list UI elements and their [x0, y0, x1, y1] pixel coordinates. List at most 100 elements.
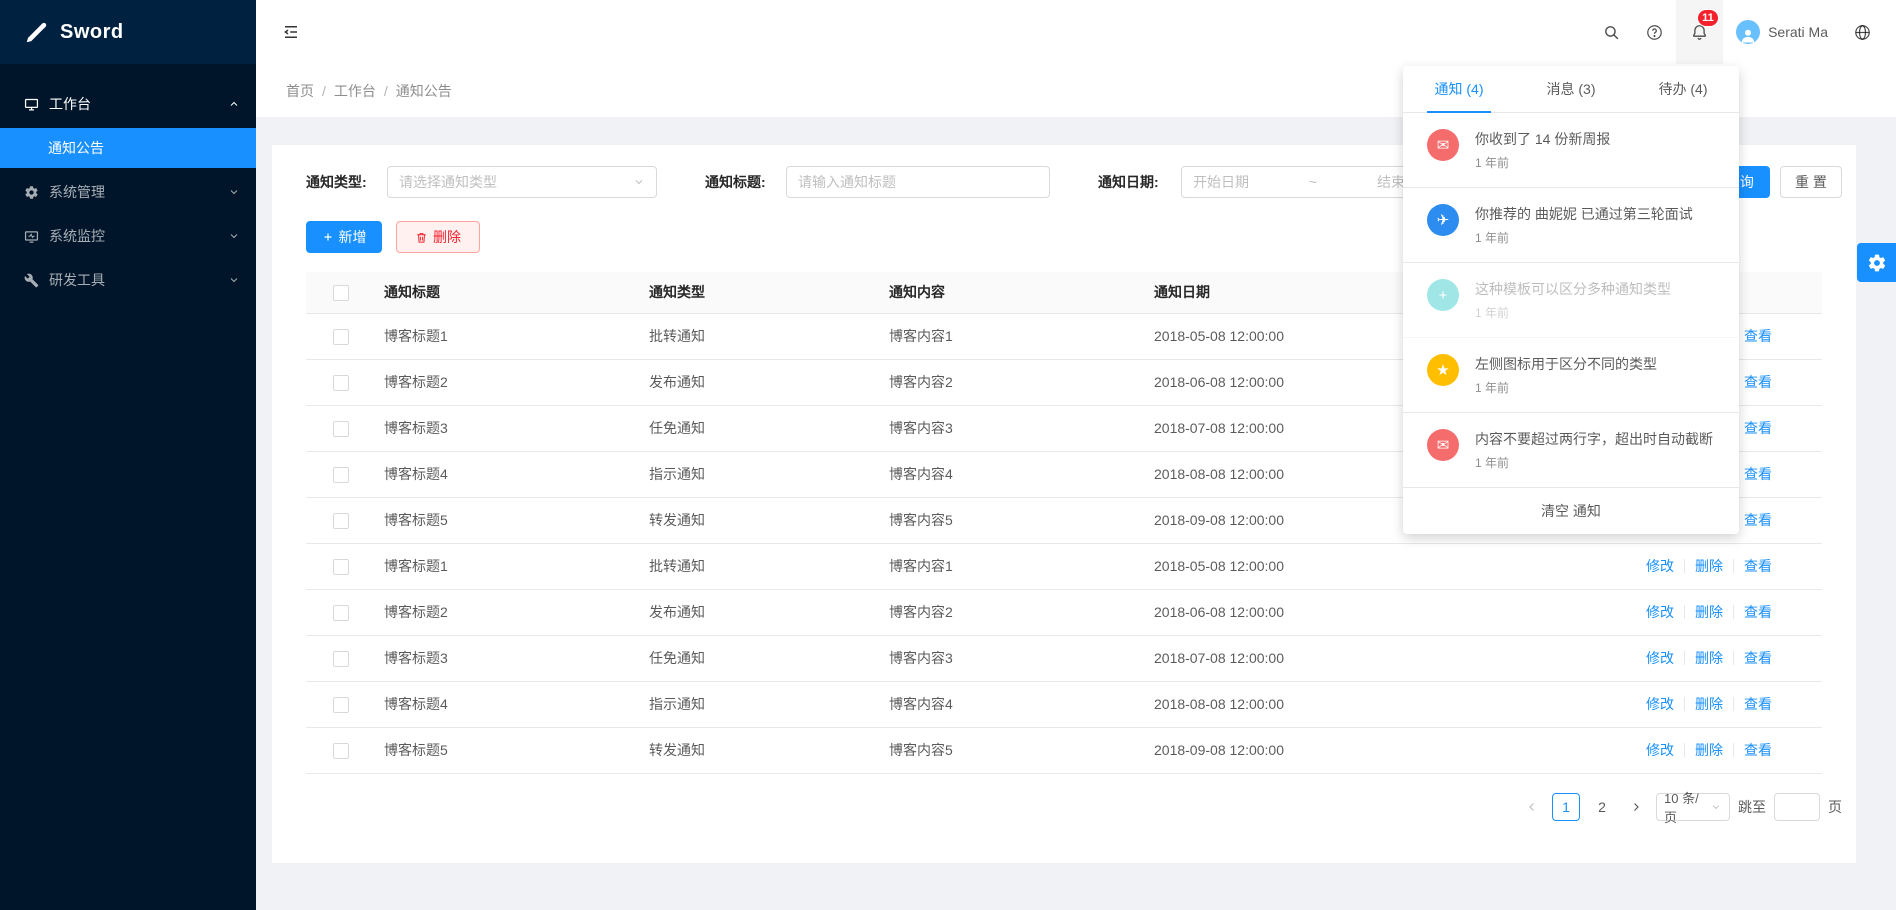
- row-view-link[interactable]: 查看: [1744, 696, 1772, 712]
- tab-messages[interactable]: 消息 (3): [1515, 66, 1627, 112]
- select-all-checkbox[interactable]: [333, 285, 349, 301]
- row-view-link[interactable]: 查看: [1744, 512, 1772, 528]
- sidebar-item-system-management[interactable]: 系统管理: [0, 172, 256, 212]
- cell-type: 任免通知: [641, 405, 881, 451]
- row-view-link[interactable]: 查看: [1744, 328, 1772, 344]
- tab-todos[interactable]: 待办 (4): [1627, 66, 1739, 112]
- cell-type: 转发通知: [641, 497, 881, 543]
- cell-title: 博客标题1: [376, 543, 641, 589]
- divider: [1733, 605, 1734, 619]
- row-checkbox[interactable]: [333, 743, 349, 759]
- row-checkbox[interactable]: [333, 329, 349, 345]
- row-checkbox[interactable]: [333, 513, 349, 529]
- app-logo[interactable]: Sword: [0, 0, 256, 64]
- select-placeholder: 请选择通知类型: [399, 172, 497, 192]
- cell-content: 博客内容1: [881, 543, 1146, 589]
- question-circle-icon: [1646, 24, 1663, 41]
- row-delete-link[interactable]: 删除: [1695, 742, 1723, 758]
- row-edit-link[interactable]: 修改: [1646, 604, 1674, 620]
- row-delete-link[interactable]: 删除: [1695, 604, 1723, 620]
- settings-fab-button[interactable]: [1857, 243, 1896, 282]
- row-view-link[interactable]: 查看: [1744, 466, 1772, 482]
- delete-button[interactable]: 删除: [396, 221, 480, 253]
- cell-title: 博客标题3: [376, 405, 641, 451]
- row-edit-link[interactable]: 修改: [1646, 742, 1674, 758]
- search-icon: [1603, 24, 1620, 41]
- reset-button[interactable]: 重 置: [1780, 166, 1842, 198]
- notification-title: 左侧图标用于区分不同的类型: [1475, 354, 1657, 374]
- row-checkbox[interactable]: [333, 375, 349, 391]
- row-delete-link[interactable]: 删除: [1695, 650, 1723, 666]
- row-view-link[interactable]: 查看: [1744, 374, 1772, 390]
- notification-body: 内容不要超过两行字，超出时自动截断 1 年前: [1475, 429, 1713, 471]
- notifications-button[interactable]: 11: [1676, 0, 1723, 64]
- send-icon: ✈: [1427, 204, 1459, 236]
- notification-time: 1 年前: [1475, 154, 1610, 171]
- sidebar-item-label: 系统管理: [49, 182, 105, 202]
- language-button[interactable]: [1841, 0, 1884, 64]
- page-size-select[interactable]: 10 条/页: [1656, 793, 1730, 821]
- row-view-link[interactable]: 查看: [1744, 650, 1772, 666]
- jump-page-input[interactable]: [1774, 793, 1820, 821]
- sidebar-item-workbench[interactable]: 工作台: [0, 84, 256, 124]
- breadcrumb-workbench[interactable]: 工作台: [334, 81, 376, 101]
- row-view-link[interactable]: 查看: [1744, 420, 1772, 436]
- cell-title: 博客标题2: [376, 589, 641, 635]
- icon-glyph: ✉: [1437, 136, 1450, 154]
- jump-label: 跳至: [1738, 797, 1766, 817]
- trash-icon: [415, 231, 428, 244]
- row-checkbox[interactable]: [333, 697, 349, 713]
- tab-notifications[interactable]: 通知 (4): [1403, 66, 1515, 112]
- row-view-link[interactable]: 查看: [1744, 604, 1772, 620]
- notification-item[interactable]: ✉ 你收到了 14 份新周报 1 年前: [1403, 113, 1739, 188]
- chevron-down-icon: [228, 186, 240, 198]
- notification-title: 你推荐的 曲妮妮 已通过第三轮面试: [1475, 204, 1693, 224]
- row-edit-link[interactable]: 修改: [1646, 696, 1674, 712]
- row-delete-link[interactable]: 删除: [1695, 696, 1723, 712]
- sidebar-item-system-monitor[interactable]: 系统监控: [0, 216, 256, 256]
- username: Serati Ma: [1768, 24, 1828, 40]
- page-1-button[interactable]: 1: [1552, 793, 1580, 821]
- cell-type: 指示通知: [641, 451, 881, 497]
- notification-body: 你收到了 14 份新周报 1 年前: [1475, 129, 1610, 171]
- table-row: 博客标题2 发布通知 博客内容2 2018-06-08 12:00:00 修改删…: [306, 589, 1822, 635]
- date-separator: ~: [1309, 174, 1317, 190]
- notice-type-select[interactable]: 请选择通知类型: [387, 166, 657, 198]
- cell-content: 博客内容5: [881, 727, 1146, 773]
- help-button[interactable]: [1633, 0, 1676, 64]
- cell-date: 2018-06-08 12:00:00: [1146, 589, 1426, 635]
- search-button[interactable]: [1590, 0, 1633, 64]
- row-checkbox[interactable]: [333, 605, 349, 621]
- cell-title: 博客标题3: [376, 635, 641, 681]
- row-edit-link[interactable]: 修改: [1646, 558, 1674, 574]
- row-view-link[interactable]: 查看: [1744, 558, 1772, 574]
- cell-date: 2018-08-08 12:00:00: [1146, 451, 1426, 497]
- row-edit-link[interactable]: 修改: [1646, 650, 1674, 666]
- breadcrumb-home[interactable]: 首页: [286, 81, 314, 101]
- cell-date: 2018-05-08 12:00:00: [1146, 543, 1426, 589]
- row-delete-link[interactable]: 删除: [1695, 558, 1723, 574]
- clear-notifications-button[interactable]: 清空 通知: [1403, 488, 1739, 534]
- notification-item[interactable]: ✈ 你推荐的 曲妮妮 已通过第三轮面试 1 年前: [1403, 188, 1739, 263]
- notification-item[interactable]: ★ 左侧图标用于区分不同的类型 1 年前: [1403, 338, 1739, 413]
- row-checkbox[interactable]: [333, 651, 349, 667]
- prev-page-button[interactable]: [1520, 793, 1544, 821]
- user-icon: [1739, 26, 1757, 44]
- sidebar-item-dev-tools[interactable]: 研发工具: [0, 260, 256, 300]
- notification-item[interactable]: ✉ 内容不要超过两行字，超出时自动截断 1 年前: [1403, 413, 1739, 488]
- notification-time: 1 年前: [1475, 454, 1713, 471]
- add-button[interactable]: 新增: [306, 221, 382, 253]
- page-2-button[interactable]: 2: [1588, 793, 1616, 821]
- next-page-button[interactable]: [1624, 793, 1648, 821]
- notification-item[interactable]: + 这种模板可以区分多种通知类型 1 年前: [1403, 263, 1739, 338]
- user-menu[interactable]: Serati Ma: [1723, 0, 1841, 64]
- notice-title-input[interactable]: [786, 166, 1050, 198]
- sidebar-item-label: 工作台: [49, 94, 91, 114]
- row-checkbox[interactable]: [333, 421, 349, 437]
- menu-fold-button[interactable]: [256, 0, 326, 64]
- row-checkbox[interactable]: [333, 467, 349, 483]
- row-view-link[interactable]: 查看: [1744, 742, 1772, 758]
- sword-logo-icon: [24, 19, 50, 45]
- sidebar-item-notice[interactable]: 通知公告: [0, 128, 256, 168]
- row-checkbox[interactable]: [333, 559, 349, 575]
